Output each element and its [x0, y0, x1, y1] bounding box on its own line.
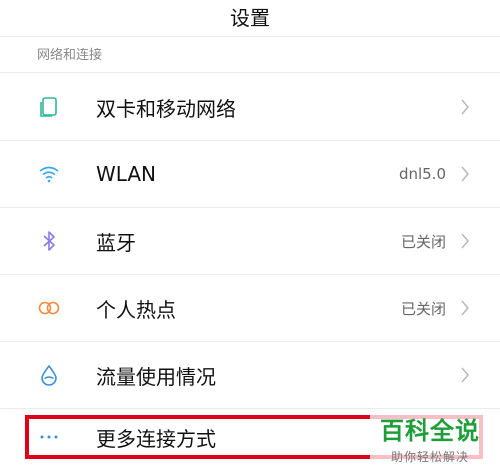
row-label: 流量使用情况: [96, 364, 216, 389]
row-label: 蓝牙: [96, 230, 136, 255]
settings-row-data-usage[interactable]: 流量使用情况: [0, 342, 500, 408]
sim-card-icon: [36, 94, 62, 120]
chevron-right-icon: [458, 298, 472, 318]
row-value: dnl5.0: [398, 165, 446, 183]
chevron-right-icon: [458, 97, 472, 117]
watermark-subtitle: 助你轻松解决: [390, 450, 469, 464]
chevron-right-icon: [458, 365, 472, 385]
section-label: 网络和连接: [37, 48, 103, 63]
row-label: WLAN: [96, 162, 157, 186]
bluetooth-icon: [36, 228, 62, 254]
row-value: 已关闭: [400, 232, 446, 251]
chevron-right-icon: [458, 231, 472, 251]
watermark-title: 百科全说: [380, 417, 480, 445]
page-title: 设置: [230, 5, 270, 30]
divider: [0, 72, 500, 73]
data-usage-icon: [36, 362, 62, 388]
wifi-icon: [36, 161, 62, 187]
settings-row-bluetooth[interactable]: 蓝牙 已关闭: [0, 208, 500, 274]
row-label: 双卡和移动网络: [96, 96, 236, 121]
settings-row-dual-sim[interactable]: 双卡和移动网络: [0, 74, 500, 140]
watermark: 百科全说 助你轻松解决: [370, 410, 490, 466]
hotspot-icon: [36, 295, 62, 321]
chevron-right-icon: [458, 164, 472, 184]
row-label: 个人热点: [96, 297, 176, 322]
divider: [0, 36, 500, 37]
settings-row-wlan[interactable]: WLAN dnl5.0: [0, 141, 500, 207]
settings-row-hotspot[interactable]: 个人热点 已关闭: [0, 275, 500, 341]
title-bar: 设置: [0, 0, 500, 32]
row-value: 已关闭: [400, 299, 446, 318]
